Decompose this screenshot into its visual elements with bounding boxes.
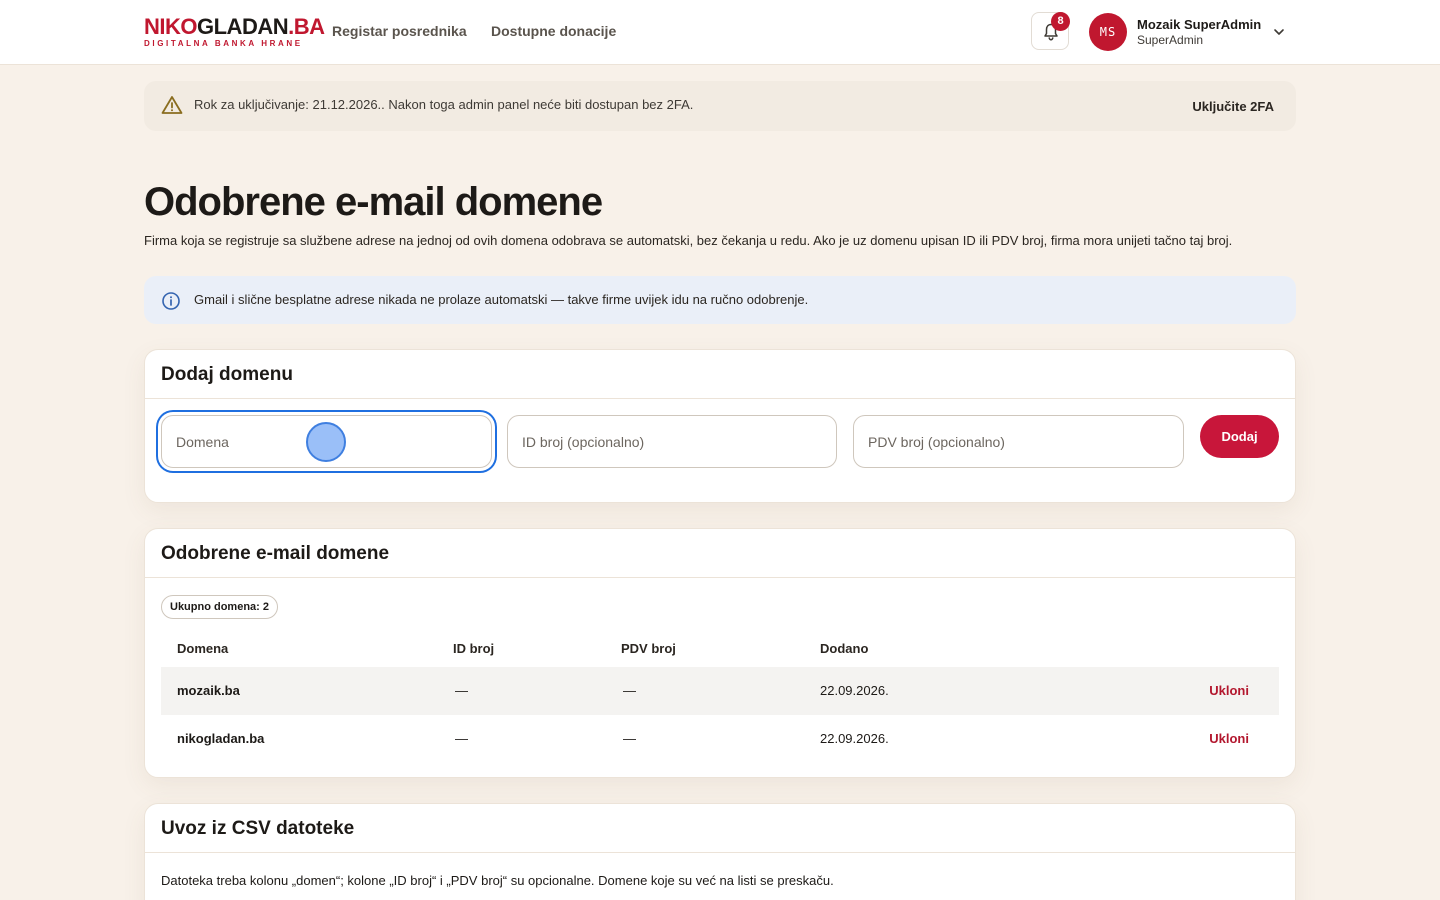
cell-domain: mozaik.ba: [177, 683, 240, 698]
approved-domains-title: Odobrene e-mail domene: [161, 543, 390, 564]
avatar[interactable]: MS: [1089, 13, 1127, 51]
page-title: Odobrene e-mail domene: [144, 180, 603, 224]
remove-domain-button[interactable]: Ukloni: [1209, 731, 1249, 746]
enable-2fa-button[interactable]: Uključite 2FA: [1192, 99, 1274, 114]
user-role: SuperAdmin: [1137, 33, 1204, 47]
approved-domains-card: Odobrene e-mail domene Ukupno domena: 2 …: [144, 528, 1296, 778]
nav-link-registar-posrednika[interactable]: Registar posrednika: [332, 23, 467, 39]
add-domain-button[interactable]: Dodaj: [1200, 415, 1279, 458]
twofa-warning-banner: Rok za uključivanje: 21.12.2026.. Nakon …: [144, 81, 1296, 131]
domain-count-badge: Ukupno domena: 2: [161, 595, 279, 619]
pdv-number-input[interactable]: [853, 415, 1184, 468]
csv-import-title: Uvoz iz CSV datoteke: [161, 818, 355, 839]
remove-domain-button[interactable]: Ukloni: [1209, 683, 1249, 698]
info-banner: Gmail i slične besplatne adrese nikada n…: [144, 276, 1296, 324]
add-domain-card: Dodaj domenu Dodaj: [144, 349, 1296, 503]
card-divider: [145, 852, 1295, 853]
user-name: Mozaik SuperAdmin: [1137, 17, 1262, 32]
column-header-pdv: PDV broj: [621, 641, 676, 656]
cell-pdv: —: [623, 731, 636, 746]
logo-part-niko: NIKO: [144, 14, 198, 39]
cell-added: 22.09.2026.: [820, 731, 889, 746]
card-divider: [145, 398, 1295, 399]
column-header-id: ID broj: [453, 641, 495, 656]
cell-id: —: [455, 731, 468, 746]
notification-count-badge: 8: [1051, 12, 1070, 31]
info-text: Gmail i slične besplatne adrese nikada n…: [194, 292, 809, 307]
cell-domain: nikogladan.ba: [177, 731, 265, 746]
cell-pdv: —: [623, 683, 636, 698]
logo[interactable]: NIKOGLADAN.BA DIGITALNA BANKA HRANE: [144, 14, 325, 49]
page-description: Firma koja se registruje sa službene adr…: [144, 233, 1233, 248]
table-row: nikogladan.ba — — 22.09.2026. Ukloni: [161, 715, 1279, 763]
top-bar: NIKOGLADAN.BA DIGITALNA BANKA HRANE Regi…: [0, 0, 1440, 65]
cell-added: 22.09.2026.: [820, 683, 889, 698]
nav-link-dostupne-donacije[interactable]: Dostupne donacije: [491, 23, 616, 39]
column-header-added: Dodano: [820, 641, 869, 656]
domain-input[interactable]: [161, 415, 492, 468]
info-icon: [162, 292, 180, 310]
card-divider: [145, 577, 1295, 578]
csv-import-description: Datoteka treba kolonu „domen“; kolone „I…: [161, 873, 834, 888]
cell-id: —: [455, 683, 468, 698]
warning-text: Rok za uključivanje: 21.12.2026.. Nakon …: [194, 97, 694, 112]
table-row: mozaik.ba — — 22.09.2026. Ukloni: [161, 667, 1279, 715]
logo-part-ba: .BA: [288, 14, 325, 39]
logo-tagline: DIGITALNA BANKA HRANE: [144, 39, 303, 48]
logo-part-gladan: GLADAN: [197, 14, 289, 39]
csv-import-card: Uvoz iz CSV datoteke Datoteka treba kolo…: [144, 803, 1296, 900]
chevron-down-icon[interactable]: [1272, 25, 1286, 39]
id-number-input[interactable]: [507, 415, 837, 468]
warning-icon: [161, 96, 183, 114]
column-header-domain: Domena: [177, 641, 229, 656]
logo-wordmark: NIKOGLADAN.BA: [144, 14, 325, 39]
add-domain-title: Dodaj domenu: [161, 364, 293, 385]
